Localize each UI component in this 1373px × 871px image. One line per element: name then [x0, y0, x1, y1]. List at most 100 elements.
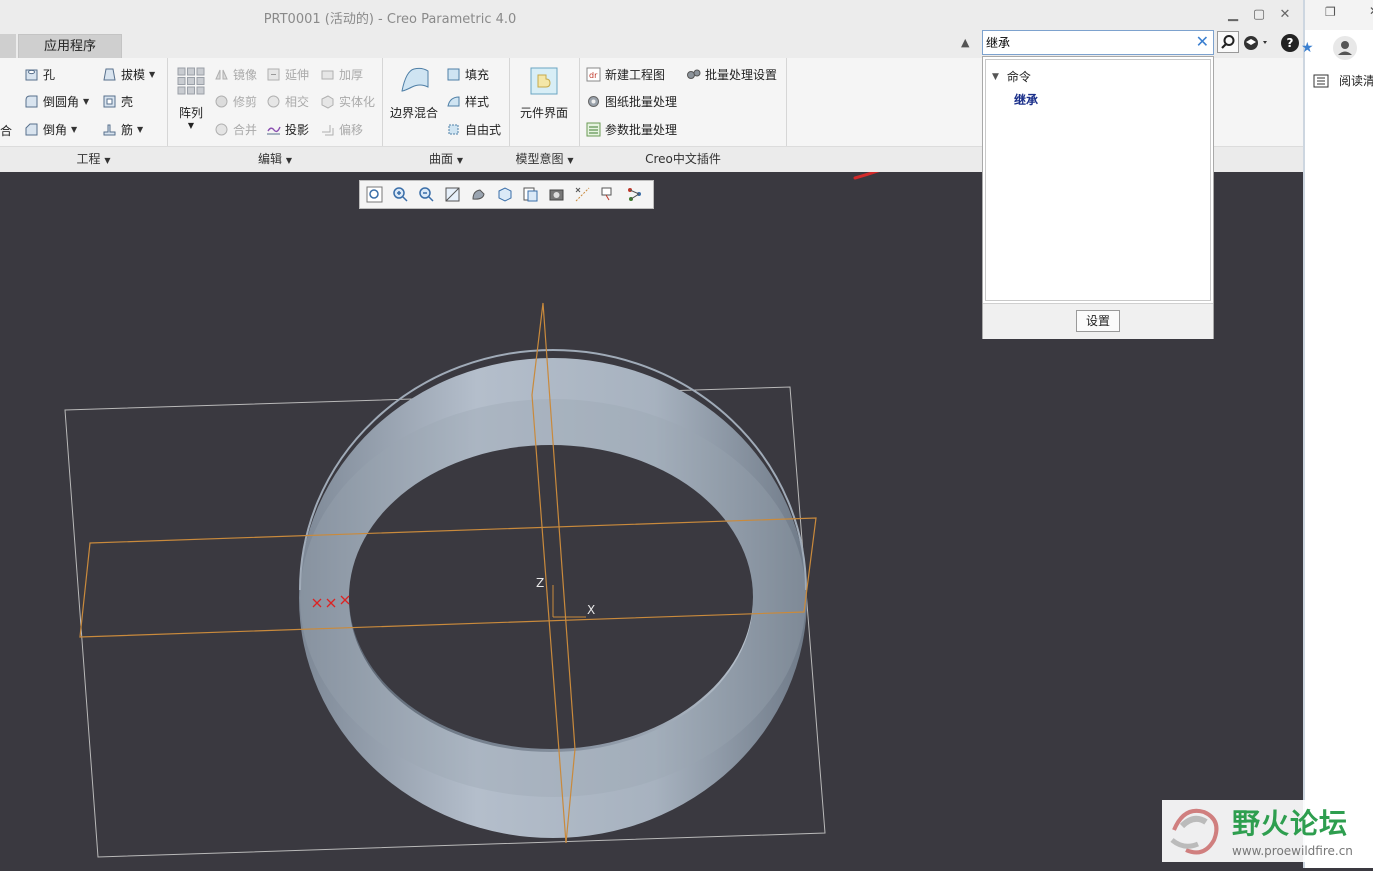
clear-icon[interactable]: ✕ — [1196, 32, 1209, 52]
round-label: 倒圆角 — [43, 94, 80, 109]
shell-label: 壳 — [121, 94, 134, 109]
draft-button[interactable]: 拔模 ▼ — [102, 63, 155, 85]
mirror-label: 镜像 — [233, 67, 258, 82]
component-interface-button[interactable]: 元件界面 — [516, 65, 572, 121]
group-label-surfaces[interactable]: 曲面 ▼ — [383, 150, 509, 167]
solidify-button[interactable]: 实体化 — [320, 90, 375, 112]
ribbon-cut-label[interactable]: 合 — [0, 119, 12, 141]
extend-icon — [267, 68, 280, 80]
group-label-engineering[interactable]: 工程 ▼ — [20, 150, 167, 167]
group-label-model-intent[interactable]: 模型意图 ▼ — [510, 150, 579, 167]
close-button[interactable]: ✕ — [1274, 6, 1296, 24]
close-icon[interactable]: ✕ — [1369, 4, 1373, 18]
batch-settings-button[interactable]: 批量处理设置 — [686, 63, 777, 85]
tab-applications[interactable]: 应用程序 — [18, 34, 122, 59]
refit-icon[interactable] — [364, 184, 385, 205]
trim-button[interactable]: 修剪 — [214, 90, 257, 112]
zoom-out-icon[interactable] — [416, 184, 437, 205]
chevron-down-icon[interactable]: ▼ — [137, 125, 143, 134]
chamfer-label: 倒角 — [43, 122, 68, 137]
axis-x-label: X — [587, 603, 595, 617]
tab-previous[interactable] — [0, 34, 16, 58]
fill-button[interactable]: 填充 — [446, 63, 489, 85]
perspective-icon[interactable] — [546, 184, 567, 205]
axis-z-label: Z — [536, 576, 544, 590]
fill-icon — [447, 68, 460, 80]
intersect-icon — [267, 95, 280, 107]
group-label-editing[interactable]: 编辑 ▼ — [168, 150, 382, 167]
shell-icon — [103, 95, 116, 107]
freestyle-label: 自由式 — [465, 122, 502, 137]
chamfer-button[interactable]: 倒角 ▼ — [24, 118, 77, 140]
annotation-display-icon[interactable] — [598, 184, 619, 205]
boundary-blend-button[interactable]: 边界混合 — [388, 65, 440, 121]
expand-icon[interactable]: ▼ — [992, 72, 999, 82]
shell-button[interactable]: 壳 — [102, 90, 133, 112]
solidify-label: 实体化 — [339, 94, 376, 109]
chevron-down-icon[interactable]: ▼ — [149, 70, 155, 79]
freestyle-icon — [448, 124, 459, 134]
extend-button[interactable]: 延伸 — [266, 63, 309, 85]
style-button[interactable]: 样式 — [446, 90, 489, 112]
saved-orientations-icon[interactable] — [494, 184, 515, 205]
rib-button[interactable]: 筋 ▼ — [102, 118, 143, 140]
round-button[interactable]: 倒圆角 ▼ — [24, 90, 89, 112]
freestyle-button[interactable]: 自由式 — [446, 118, 501, 140]
settings-button[interactable]: 设置 — [1076, 310, 1120, 332]
merge-button[interactable]: 合并 — [214, 118, 257, 140]
project-icon — [267, 126, 281, 134]
chevron-down-icon[interactable]: ▼ — [83, 97, 89, 106]
search-result-inherit[interactable]: 继承 — [1014, 91, 1038, 108]
watermark-logo-icon — [1170, 808, 1219, 855]
spin-center-icon[interactable] — [624, 184, 645, 205]
help-icon[interactable]: ? — [1281, 34, 1299, 52]
restore-icon[interactable]: ❐ — [1325, 5, 1336, 19]
search-button[interactable] — [1217, 31, 1239, 53]
param-batch-label: 参数批量处理 — [605, 122, 678, 137]
view-manager-icon[interactable] — [520, 184, 541, 205]
favorite-star-icon[interactable]: ★ — [1301, 40, 1314, 56]
browser-side-strip: ❐ ✕ ★ 阅读清 — [1301, 0, 1373, 868]
new-drawing-label: 新建工程图 — [605, 67, 666, 82]
command-search-input[interactable] — [986, 33, 1186, 52]
chevron-down-icon[interactable]: ▼ — [71, 125, 77, 134]
reading-list-button[interactable]: 阅读清 — [1313, 72, 1373, 89]
result-category-commands[interactable]: ▼ 命令 — [992, 68, 1031, 85]
datum-display-icon[interactable] — [572, 184, 593, 205]
draft-icon — [103, 68, 116, 80]
drawing-batch-button[interactable]: 图纸批量处理 — [586, 90, 677, 112]
learning-connector-button[interactable] — [1243, 34, 1271, 52]
boundary-blend-icon — [401, 67, 429, 92]
pattern-icon — [177, 67, 205, 95]
repaint-icon[interactable] — [442, 184, 463, 205]
gear-icon — [588, 95, 599, 107]
group-label-plugins: Creo中文插件 — [645, 152, 721, 166]
reading-list-icon — [1313, 74, 1329, 87]
drawing-icon: dr — [586, 67, 601, 81]
command-search-box[interactable]: ✕ — [982, 30, 1214, 55]
profile-avatar[interactable] — [1333, 36, 1357, 60]
parameter-batch-icon — [586, 122, 601, 136]
thicken-button[interactable]: 加厚 — [320, 63, 363, 85]
round-icon — [25, 95, 38, 107]
pattern-button[interactable]: 阵列 ▼ — [174, 65, 208, 130]
mirror-button[interactable]: 镜像 — [214, 63, 257, 85]
style-icon — [447, 95, 460, 106]
project-button[interactable]: 投影 — [266, 118, 309, 140]
graphics-toolbar — [359, 180, 654, 209]
batch-settings-label: 批量处理设置 — [705, 67, 778, 82]
solidify-icon — [321, 94, 334, 109]
maximize-button[interactable]: ▢ — [1248, 6, 1270, 24]
param-batch-button[interactable]: 参数批量处理 — [586, 118, 677, 140]
collapse-ribbon-icon[interactable]: ▲ — [961, 36, 969, 49]
display-style-icon[interactable] — [468, 184, 489, 205]
user-icon — [1338, 41, 1352, 55]
hole-button[interactable]: 孔 — [24, 63, 55, 85]
new-drawing-button[interactable]: dr 新建工程图 — [586, 63, 665, 85]
minimize-button[interactable]: ▁ — [1222, 6, 1244, 24]
chevron-down-icon[interactable]: ▼ — [174, 121, 208, 130]
intersect-button[interactable]: 相交 — [266, 90, 309, 112]
offset-button[interactable]: 偏移 — [320, 118, 363, 140]
zoom-in-icon[interactable] — [390, 184, 411, 205]
gears-icon — [687, 69, 701, 79]
